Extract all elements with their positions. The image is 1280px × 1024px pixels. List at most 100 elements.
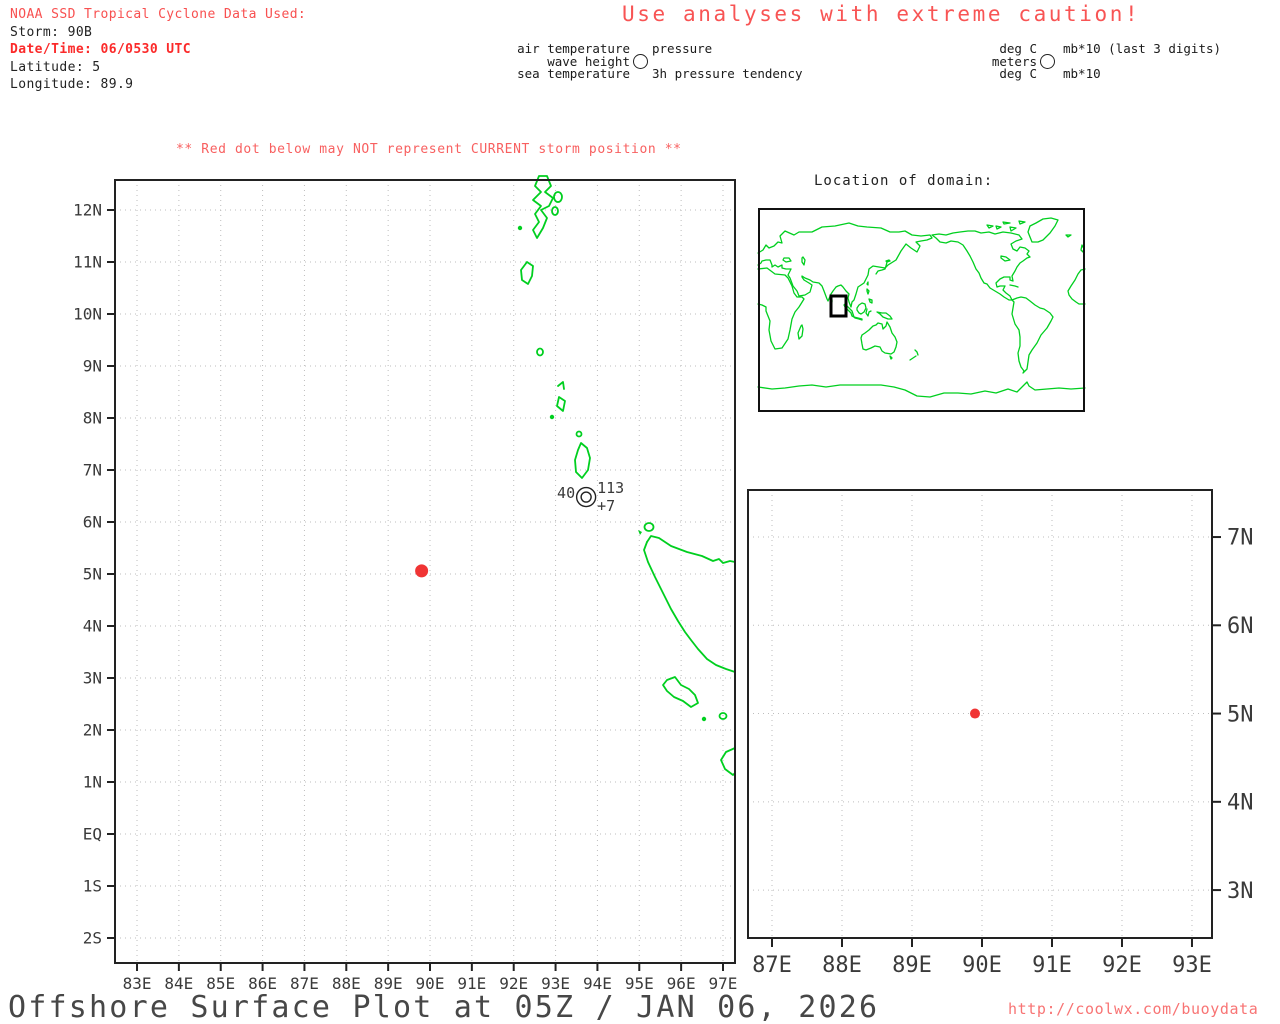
ship-observation-plot: 40 113+7	[557, 479, 624, 515]
storm-position-warning: ** Red dot below may NOT represent CURRE…	[176, 142, 682, 157]
island-new-guinea	[876, 311, 893, 320]
island-madagascar	[797, 324, 804, 340]
island-small	[553, 191, 563, 203]
island-andaman	[532, 175, 554, 239]
world-inset-map	[757, 208, 1086, 412]
island-tasmania	[889, 355, 893, 360]
x-tick-label: 91E	[1032, 953, 1072, 978]
island-dot	[701, 716, 707, 722]
coast-australia	[860, 321, 898, 355]
island-small	[575, 430, 583, 438]
island-small	[557, 381, 565, 390]
island-dot	[549, 414, 555, 420]
station-circle-icon	[633, 54, 648, 69]
island-car-nicobar	[520, 261, 534, 285]
domain-box	[829, 294, 848, 318]
island-iceland	[1065, 234, 1072, 238]
y-tick-label: 11N	[73, 253, 102, 272]
island-greenland	[1027, 217, 1059, 243]
legend-pressure-unit-label: mb*10 (last 3 digits)	[1063, 41, 1222, 56]
island-great-nicobar	[574, 442, 591, 479]
y-tick-label: 6N	[83, 513, 102, 532]
caution-text: Use analyses with extreme caution!	[622, 2, 1141, 26]
y-tick-label: 4N	[83, 617, 102, 636]
zoom-map: 87E 88E 89E 90E 91E 92E 93E 7N 6N 5N 4N 3N	[747, 489, 1254, 978]
island-luzon	[866, 288, 870, 295]
coast-eurasia	[757, 222, 933, 308]
x-tick-label: 89E	[892, 953, 932, 978]
great-lakes	[1000, 255, 1011, 262]
y-tick-label: 1N	[83, 773, 102, 792]
island-new-zealand-north	[914, 349, 919, 356]
x-tick-label: 88E	[822, 953, 862, 978]
offshore-surface-plot-page: NOAA SSD Tropical Cyclone Data Used: Sto…	[0, 0, 1280, 1024]
x-tick-label: 92E	[1102, 953, 1142, 978]
main-map-data: 40 113+7	[415, 479, 624, 578]
y-tick-label: 1S	[83, 877, 102, 896]
main-map: 83E 84E 85E 86E 87E 88E 89E 90E 91E 92E 93E 94E 95E 9…	[73, 175, 737, 993]
y-tick-label: 10N	[73, 305, 102, 324]
zoom-map-grid	[748, 490, 1212, 938]
inset-border	[758, 208, 1085, 412]
island-small	[551, 206, 559, 216]
island-small	[556, 396, 566, 412]
y-tick-label: 5N	[83, 565, 102, 584]
info-datetime-line: Date/Time: 06/0530 UTC	[10, 42, 191, 57]
legend-sea-unit-label: deg C	[999, 66, 1037, 81]
y-tick-label: 7N	[83, 461, 102, 480]
y-tick-label: EQ	[83, 825, 102, 844]
coastlines-main	[517, 175, 736, 776]
station-pressure: 113	[597, 479, 624, 497]
y-tick-label: 2S	[83, 929, 102, 948]
y-tick-label: 6N	[1227, 614, 1254, 639]
y-tick-label: 2N	[83, 721, 102, 740]
info-source-line: NOAA SSD Tropical Cyclone Data Used:	[10, 7, 307, 22]
coast-africa-west	[1067, 268, 1086, 305]
coast-south-america	[1011, 296, 1054, 374]
arctic-island	[986, 224, 994, 229]
x-tick-label: 90E	[962, 953, 1002, 978]
info-latitude-line: Latitude: 5	[10, 59, 101, 75]
legend-tendency-unit-label: mb*10	[1063, 66, 1101, 81]
x-tick-label: 93E	[1172, 953, 1212, 978]
y-tick-label: 5N	[1227, 702, 1254, 727]
station-model-legend: air temperature wave height sea temperat…	[500, 41, 830, 87]
zoom-map-data	[969, 708, 980, 719]
arctic-island	[1018, 220, 1026, 225]
inset-title: Location of domain:	[814, 173, 994, 189]
plot-title: Offshore Surface Plot at 05Z / JAN 06, 2…	[8, 990, 880, 1024]
zoom-map-axes: 87E 88E 89E 90E 91E 92E 93E 7N 6N 5N 4N 3N	[752, 526, 1253, 978]
island-java	[853, 316, 863, 321]
y-tick-label: 9N	[83, 357, 102, 376]
coast-africa-east	[757, 267, 805, 350]
island-small	[536, 347, 544, 357]
legend-sea-temperature-label: sea temperature	[517, 66, 630, 81]
island-sulawesi	[865, 308, 872, 317]
coast-sumatra-north	[646, 535, 736, 564]
info-storm-line: Storm: 90B	[10, 24, 93, 40]
y-tick-label: 8N	[83, 409, 102, 428]
island-hokkaido	[885, 259, 891, 263]
info-longitude-line: Longitude: 89.9	[10, 77, 134, 92]
zoom-map-border	[747, 489, 1213, 939]
world-coastlines	[757, 217, 1086, 398]
storm-position-dot	[415, 564, 429, 578]
source-url: http://coolwx.com/buoydata	[1008, 1000, 1259, 1018]
island-dot	[517, 225, 523, 231]
storm-info-block: NOAA SSD Tropical Cyclone Data Used: Sto…	[10, 6, 306, 94]
arctic-island	[1009, 226, 1017, 232]
island-small	[643, 522, 655, 532]
y-tick-label: 7N	[1227, 526, 1254, 551]
island-taiwan	[866, 281, 869, 286]
legend-pressure-tendency-label: 3h pressure tendency	[652, 66, 803, 81]
arctic-island	[995, 225, 1002, 230]
island-cuba	[1009, 284, 1019, 288]
y-tick-label: 12N	[73, 201, 102, 220]
island-dot	[638, 530, 642, 535]
y-tick-label: 3N	[1227, 879, 1254, 904]
station-inner-circle	[580, 491, 592, 503]
black-sea	[782, 257, 792, 263]
coast-antarctica	[757, 381, 1086, 398]
arctic-island	[1002, 221, 1011, 225]
coast-north-america	[931, 230, 1031, 301]
